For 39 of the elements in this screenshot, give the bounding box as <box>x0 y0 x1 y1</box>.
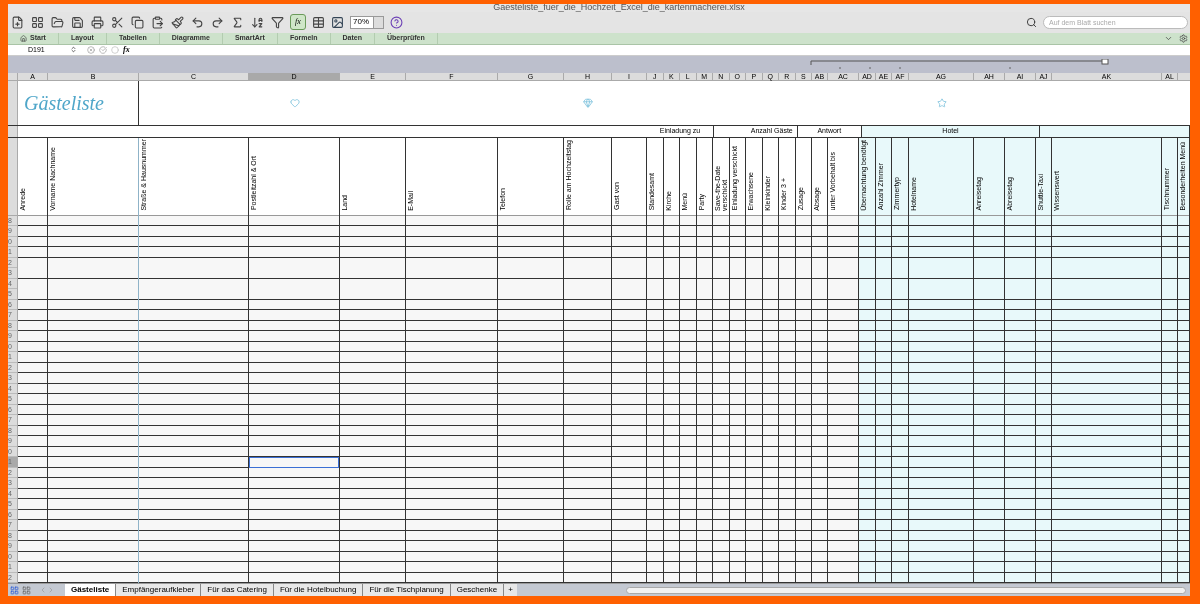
filter-icon[interactable] <box>270 15 284 30</box>
heart-icon <box>289 97 300 108</box>
copy-icon[interactable] <box>130 15 144 30</box>
horizontal-scrollbar[interactable] <box>626 586 1186 594</box>
save-icon[interactable] <box>70 15 84 30</box>
window-title: Gaesteliste_fuer_die_Hochzeit_Excel_die_kartenmacherei.xlsx <box>492 4 745 12</box>
scissors-icon[interactable] <box>110 15 124 30</box>
sheet-tab[interactable]: Geschenke <box>450 584 505 596</box>
new-file-icon[interactable] <box>10 15 24 30</box>
settings-icon[interactable] <box>1179 33 1188 43</box>
brush-icon[interactable] <box>170 15 184 30</box>
sheet-tab[interactable]: Für die Hotelbuchung <box>273 584 364 596</box>
gallery-icon[interactable] <box>331 15 344 29</box>
redo-icon[interactable] <box>210 15 224 30</box>
sheet-tab[interactable]: Für die Tischplanung <box>363 584 451 596</box>
fx-label[interactable]: fx <box>123 43 130 56</box>
undo-icon[interactable] <box>190 15 204 30</box>
page-view-icon[interactable] <box>22 585 31 595</box>
diamond-icon <box>583 97 593 108</box>
formula-toggle-button[interactable]: fx <box>290 14 306 31</box>
print-icon[interactable] <box>90 15 104 30</box>
sheet-tab[interactable]: Für das Catering <box>201 584 274 596</box>
home-icon <box>20 34 27 42</box>
zoom-field[interactable]: 70% <box>350 15 384 29</box>
folder-icon[interactable] <box>50 15 64 30</box>
sheet-tab[interactable]: Gästeliste <box>65 584 117 596</box>
add-sheet-button[interactable]: + <box>504 584 517 596</box>
star-icon <box>936 97 947 108</box>
selected-cell-outline[interactable] <box>249 457 339 468</box>
sheet-title: Gästeliste <box>24 90 104 116</box>
sheet-icon[interactable] <box>312 15 325 29</box>
help-icon[interactable] <box>390 15 403 29</box>
search-icon[interactable] <box>1026 16 1037 28</box>
sheet-tab[interactable]: Empfängeraufkleber <box>116 584 202 596</box>
grid-icon[interactable] <box>30 15 44 30</box>
stepper-icon[interactable] <box>70 46 77 54</box>
sort-icon[interactable] <box>250 15 264 30</box>
paste-icon[interactable] <box>150 15 164 30</box>
normal-view-icon[interactable] <box>10 585 19 595</box>
